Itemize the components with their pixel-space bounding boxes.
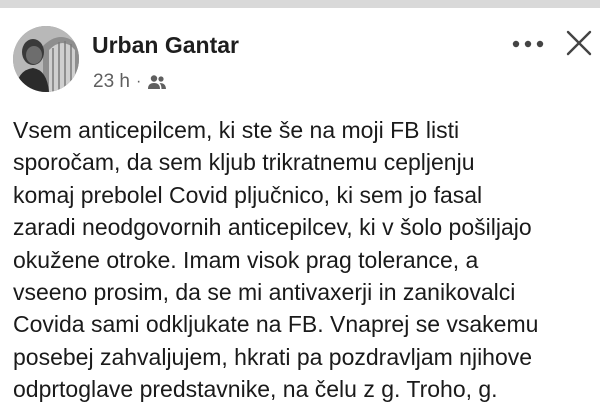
post-text-line: Vsem anticepilcem, ki ste še na moji FB …	[13, 117, 460, 143]
post-text-line: Covida sami odkljukate na FB. Vnaprej se…	[13, 311, 539, 338]
post-text: Vsem anticepilcem, ki ste še na moji FB …	[13, 114, 593, 406]
post-timestamp[interactable]: 23 h	[93, 71, 130, 93]
meta-separator: ·	[135, 73, 142, 90]
post-text-line: komaj prebolel Covid pljučnico, ki sem j…	[13, 181, 483, 208]
close-icon	[566, 30, 592, 56]
close-button[interactable]	[562, 26, 596, 60]
more-options-button[interactable]	[506, 32, 550, 56]
post-text-line: vseeno prosim, da se mi antivaxerji in z…	[13, 279, 516, 306]
post-meta: 23 h ·	[93, 71, 167, 93]
more-options-icon	[512, 40, 544, 48]
friends-icon[interactable]	[147, 74, 167, 90]
post-text-line: sporočam, da sem kljub trikratnemu ceplj…	[13, 149, 475, 176]
post-text-line: odprtoglave predstavnike, na čelu z g. T…	[13, 376, 498, 403]
avatar-photo	[13, 26, 79, 92]
author-name[interactable]: Urban Gantar	[92, 32, 239, 59]
post-text-line: okužene otroke. Imam visok prag toleranc…	[13, 246, 479, 273]
post-text-line: posebej zahvaljujem, hkrati pa pozdravlj…	[13, 343, 533, 370]
post-text-line: zaradi neodgovornih anticepilcev, ki v š…	[13, 214, 532, 241]
avatar[interactable]	[13, 26, 79, 92]
top-divider	[0, 0, 600, 8]
facebook-post: Urban Gantar 23 h · Vsem anticepilcem, k…	[0, 8, 600, 408]
